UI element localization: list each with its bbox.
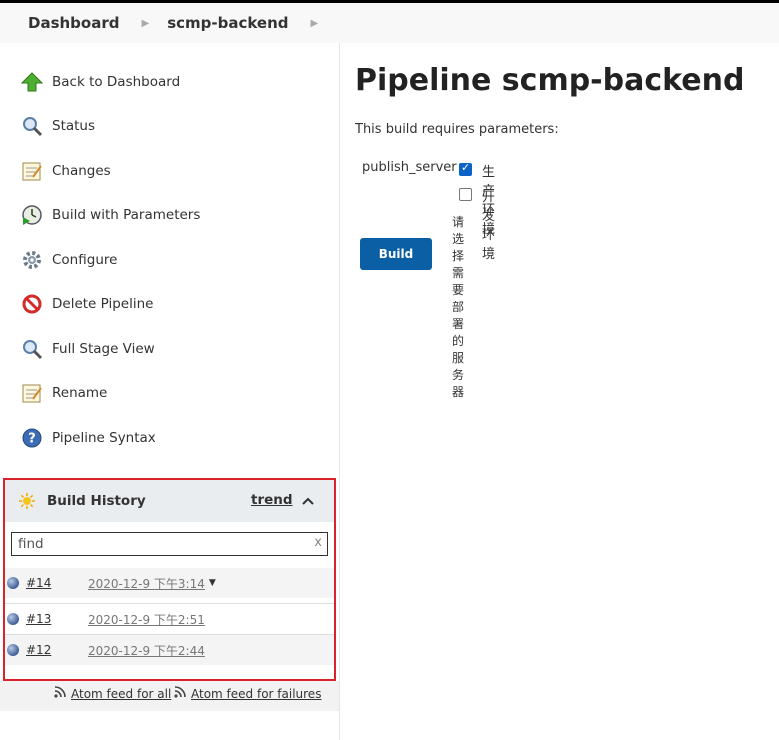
sidebar: Back to Dashboard Status Changes Build w… — [0, 43, 340, 740]
search-placeholder: find — [18, 536, 44, 552]
trend-link[interactable]: trend — [251, 492, 293, 508]
sidebar-item-label: Rename — [52, 385, 108, 401]
requires-parameters-text: This build requires parameters: — [355, 122, 559, 137]
sidebar-item-delete-pipeline[interactable]: Delete Pipeline — [20, 292, 153, 316]
build-clock-icon — [20, 203, 44, 227]
build-date-link[interactable]: 2020-12-9 下午2:51 — [88, 611, 205, 628]
notepad-icon — [20, 159, 44, 183]
status-ball-icon — [7, 644, 19, 656]
option-label-dev: 开发环境 — [482, 190, 496, 262]
sidebar-item-configure[interactable]: Configure — [20, 248, 117, 272]
build-number-link[interactable]: #13 — [26, 612, 88, 626]
build-row: #13 2020-12-9 下午2:51 — [5, 603, 334, 634]
sidebar-item-label: Back to Dashboard — [52, 74, 181, 90]
breadcrumb-chevron-icon[interactable]: ▶ — [311, 18, 319, 29]
sidebar-item-label: Status — [52, 118, 96, 134]
magnifier-icon — [20, 114, 44, 138]
status-ball-icon — [7, 613, 19, 625]
sidebar-item-label: Changes — [52, 163, 111, 179]
status-ball-icon — [7, 577, 19, 589]
breadcrumb-dashboard[interactable]: Dashboard — [28, 14, 119, 32]
svg-text:?: ? — [28, 432, 36, 447]
sidebar-item-back-to-dashboard[interactable]: Back to Dashboard — [20, 70, 180, 94]
clear-search-icon[interactable]: x — [314, 535, 322, 550]
sidebar-item-label: Pipeline Syntax — [52, 430, 156, 446]
option-checkbox-dev[interactable] — [459, 188, 472, 201]
parameter-description: 请选择需要部署的服务器 — [452, 215, 465, 399]
rss-icon — [54, 686, 66, 701]
page-title: Pipeline scmp-backend — [355, 63, 745, 98]
build-row: #14 2020-12-9 下午3:14 ▼ — [5, 568, 334, 598]
sidebar-item-full-stage-view[interactable]: Full Stage View — [20, 337, 155, 361]
parameter-name: publish_server — [362, 160, 457, 175]
magnifier-icon — [20, 337, 44, 361]
sun-icon — [19, 493, 35, 509]
build-search-input[interactable]: find x — [11, 532, 328, 556]
sidebar-item-rename[interactable]: Rename — [20, 381, 107, 405]
sidebar-item-label: Build with Parameters — [52, 207, 201, 223]
build-date-link[interactable]: 2020-12-9 下午2:44 — [88, 642, 205, 659]
atom-feed-failures-label: Atom feed for failures — [191, 686, 322, 701]
sidebar-item-pipeline-syntax[interactable]: ? Pipeline Syntax — [20, 426, 156, 450]
build-number-link[interactable]: #12 — [26, 643, 88, 657]
sidebar-item-label: Delete Pipeline — [52, 296, 154, 312]
help-icon: ? — [20, 426, 44, 450]
build-history-panel: Build History trend find x #14 2020-12-9… — [3, 478, 336, 681]
atom-feed-all-link[interactable]: Atom feed for all — [54, 686, 171, 701]
atom-feed-failures-link[interactable]: Atom feed for failures — [174, 686, 321, 701]
build-number-link[interactable]: #14 — [26, 576, 88, 590]
option-checkbox-prod[interactable] — [459, 161, 472, 176]
build-button[interactable]: Build — [360, 238, 432, 270]
no-entry-icon — [20, 292, 44, 316]
breadcrumb-chevron-icon[interactable]: ▶ — [141, 18, 149, 29]
rss-icon — [174, 686, 186, 701]
sidebar-item-build-with-parameters[interactable]: Build with Parameters — [20, 203, 200, 227]
build-row: #12 2020-12-9 下午2:44 — [5, 634, 334, 665]
atom-feeds: Atom feed for all Atom feed for failures — [0, 681, 339, 711]
chevron-up-icon[interactable] — [301, 493, 315, 512]
sidebar-item-label: Full Stage View — [52, 341, 155, 357]
build-history-header: Build History trend — [5, 480, 334, 522]
build-date-link[interactable]: 2020-12-9 下午3:14 — [88, 575, 205, 592]
gear-icon — [20, 248, 44, 272]
green-up-arrow-icon — [20, 70, 44, 94]
sidebar-item-label: Configure — [52, 252, 118, 268]
atom-feed-all-label: Atom feed for all — [71, 686, 172, 701]
dropdown-caret-icon[interactable]: ▼ — [209, 578, 216, 588]
breadcrumb: Dashboard ▶ scmp-backend ▶ — [0, 3, 779, 43]
sidebar-item-status[interactable]: Status — [20, 114, 95, 138]
notepad-icon — [20, 381, 44, 405]
breadcrumb-scmp-backend[interactable]: scmp-backend — [167, 14, 288, 32]
sidebar-item-changes[interactable]: Changes — [20, 159, 111, 183]
build-history-title: Build History — [47, 493, 146, 509]
